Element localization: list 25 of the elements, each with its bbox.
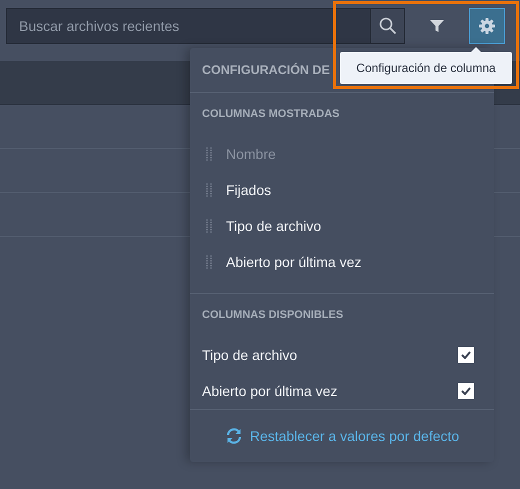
column-item[interactable]: Abierto por última vez	[226, 254, 362, 270]
drag-handle-icon[interactable]	[206, 147, 212, 161]
reset-link[interactable]: Restablecer a valores por defecto	[224, 428, 460, 444]
menu-title: CONFIGURACIÓN DE	[202, 63, 330, 77]
check-icon	[461, 351, 471, 359]
search-field[interactable]: Buscar archivos recientes	[6, 8, 370, 44]
filter-icon	[429, 18, 445, 34]
check-icon	[461, 387, 471, 395]
refresh-icon	[224, 428, 243, 444]
drag-handle-icon[interactable]	[206, 255, 212, 269]
column-item[interactable]: Fijados	[226, 182, 272, 198]
section-heading: COLUMNAS DISPONIBLES	[201, 308, 344, 323]
column-item[interactable]: Tipo de archivo	[226, 218, 322, 234]
drag-handle-icon[interactable]	[206, 219, 212, 233]
drag-handle-icon[interactable]	[206, 183, 212, 197]
search-button[interactable]	[370, 8, 405, 44]
column-option: Abierto por última vez	[202, 383, 338, 399]
section-heading: COLUMNAS MOSTRADAS	[201, 107, 340, 122]
settings-button[interactable]	[469, 8, 505, 44]
checkbox[interactable]	[458, 347, 474, 363]
column-option: Tipo de archivo	[202, 347, 298, 363]
tooltip-pointer	[471, 47, 481, 52]
tooltip: Configuración de columna	[340, 52, 512, 84]
checkbox[interactable]	[458, 383, 474, 399]
search-icon	[378, 17, 396, 35]
